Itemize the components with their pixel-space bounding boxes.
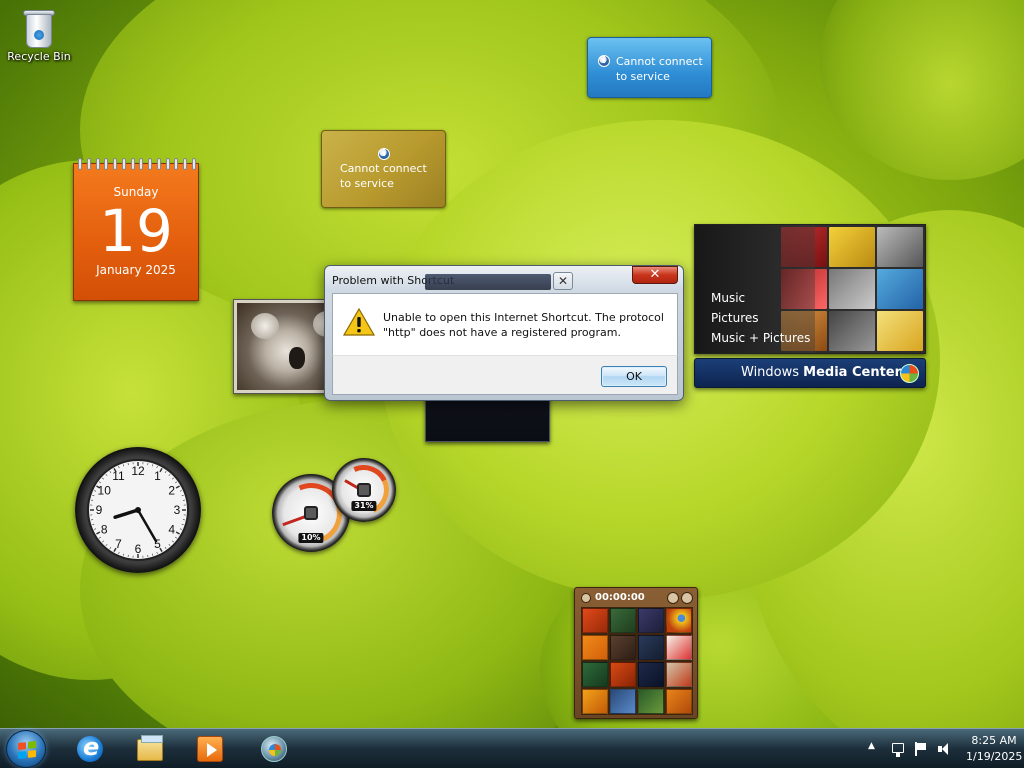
calendar-rings — [78, 158, 196, 170]
folder-icon — [137, 735, 163, 761]
media-center-gadget[interactable]: Music Pictures Music + Pictures Windows … — [694, 224, 926, 390]
system-tray: ▲ 8:25 AM 1/19/2025 — [824, 729, 1024, 768]
currency-gadget[interactable]: i Cannot connect to service — [321, 130, 446, 208]
cpu-percent: 10% — [298, 533, 324, 543]
puzzle-tile[interactable] — [610, 608, 636, 633]
start-button[interactable] — [6, 730, 46, 768]
wallpaper-leaf — [820, 0, 1024, 180]
clock-gadget[interactable]: 12 1 2 3 4 5 6 7 8 9 10 11 — [75, 447, 201, 573]
puzzle-tile[interactable] — [610, 635, 636, 660]
taskbar-internet-explorer[interactable] — [64, 731, 116, 767]
taskbar: ▲ 8:25 AM 1/19/2025 — [0, 728, 1024, 768]
info-icon: i — [378, 148, 390, 160]
dialog-close-button[interactable]: ✕ — [632, 266, 678, 284]
puzzle-tile[interactable] — [666, 608, 692, 633]
media-menu-music-pictures[interactable]: Music + Pictures — [711, 328, 810, 348]
memory-percent: 31% — [351, 501, 377, 511]
puzzle-tile[interactable] — [582, 689, 608, 714]
puzzle-tile[interactable] — [638, 635, 664, 660]
clock-face: 12 1234567891011 — [87, 459, 189, 561]
media-player-icon — [197, 736, 223, 762]
clock-numeral: 6 — [135, 542, 142, 556]
taskbar-media-player[interactable] — [184, 731, 236, 767]
calendar-day: 19 — [99, 197, 173, 265]
puzzle-header: 00:00:00 — [579, 591, 693, 605]
recycle-bin-icon — [22, 8, 56, 48]
puzzle-tile[interactable] — [582, 635, 608, 660]
clock-numeral: 8 — [101, 523, 108, 537]
show-hidden-icons-button[interactable]: ▲ — [868, 741, 875, 751]
clock-numeral: 12 — [131, 464, 145, 478]
puzzle-tile[interactable] — [666, 635, 692, 660]
calendar-month-year: January 2025 — [96, 263, 176, 277]
puzzle-help-button[interactable] — [667, 592, 679, 604]
media-center-brand-light: Windows — [741, 365, 800, 380]
ie-icon — [77, 733, 103, 762]
problem-with-shortcut-dialog: Problem with Shortcut ✕ ✕ Unable to open… — [324, 265, 684, 401]
taskbar-date: 1/19/2025 — [966, 750, 1023, 763]
windows-logo-icon — [18, 741, 36, 759]
puzzle-tile[interactable] — [638, 608, 664, 633]
media-center-icon — [261, 736, 287, 762]
clock-numeral: 3 — [174, 503, 181, 517]
weather-gadget[interactable]: i Cannot connect to service — [587, 37, 712, 98]
action-center-flag-icon[interactable] — [914, 742, 928, 756]
puzzle-board[interactable] — [581, 607, 693, 715]
recycle-bin-label: Recycle Bin — [7, 50, 71, 63]
media-center-brand-bar[interactable]: Windows Media Center — [694, 358, 926, 388]
taskbar-clock[interactable]: 8:25 AM 1/19/2025 — [966, 733, 1022, 765]
media-center-menu: Music Pictures Music + Pictures — [711, 288, 810, 348]
taskbar-windows-explorer[interactable] — [124, 731, 176, 767]
currency-status-text: Cannot connect to service — [340, 162, 427, 190]
clock-numeral: 2 — [168, 484, 175, 498]
warning-icon — [343, 308, 375, 336]
puzzle-timer: 00:00:00 — [595, 592, 645, 603]
weather-status-text: Cannot connect to service — [616, 55, 703, 83]
recycle-bin-shortcut[interactable]: Recycle Bin — [6, 6, 72, 63]
clock-numeral: 1 — [154, 469, 161, 483]
windows-orb-icon — [900, 364, 919, 383]
volume-icon[interactable] — [938, 742, 952, 756]
timer-icon — [581, 593, 591, 603]
slideshow-gadget[interactable] — [233, 299, 331, 394]
puzzle-tile[interactable] — [582, 608, 608, 633]
puzzle-tile[interactable] — [666, 662, 692, 687]
memory-dial: 31% — [332, 458, 396, 522]
media-menu-music[interactable]: Music — [711, 288, 810, 308]
puzzle-tile[interactable] — [610, 689, 636, 714]
puzzle-tile[interactable] — [610, 662, 636, 687]
info-icon: i — [598, 55, 610, 67]
dialog-footer: OK — [332, 355, 678, 395]
clock-numeral: 10 — [98, 484, 112, 498]
dialog-body: Unable to open this Internet Shortcut. T… — [332, 293, 678, 355]
puzzle-tile[interactable] — [638, 689, 664, 714]
media-tiles: Music Pictures Music + Pictures — [694, 224, 926, 354]
media-menu-pictures[interactable]: Pictures — [711, 308, 810, 328]
taskbar-time: 8:25 AM — [971, 734, 1017, 747]
network-icon[interactable] — [892, 743, 904, 757]
calendar-gadget[interactable]: Sunday 19 January 2025 — [73, 158, 199, 301]
dialog-message: Unable to open this Internet Shortcut. T… — [383, 311, 664, 339]
clock-numeral: 11 — [112, 469, 125, 483]
puzzle-tile[interactable] — [638, 662, 664, 687]
ok-button[interactable]: OK — [601, 366, 667, 387]
background-window-strip — [425, 274, 551, 290]
desktop: Recycle Bin i Cannot connect to service … — [0, 0, 1024, 728]
taskbar-media-center[interactable] — [248, 731, 300, 767]
puzzle-pause-button[interactable] — [681, 592, 693, 604]
puzzle-tile[interactable] — [582, 662, 608, 687]
slideshow-photo — [237, 303, 327, 390]
puzzle-tile[interactable] — [666, 689, 692, 714]
clock-numeral: 9 — [96, 503, 103, 517]
cpu-meter-gadget[interactable]: 10% 31% — [270, 458, 400, 552]
clock-numeral: 4 — [168, 523, 175, 537]
picture-puzzle-gadget[interactable]: 00:00:00 — [574, 587, 698, 719]
clock-numeral: 7 — [115, 537, 122, 551]
media-center-brand-bold: Media Center — [803, 365, 902, 380]
background-window-close-icon[interactable]: ✕ — [553, 272, 573, 290]
